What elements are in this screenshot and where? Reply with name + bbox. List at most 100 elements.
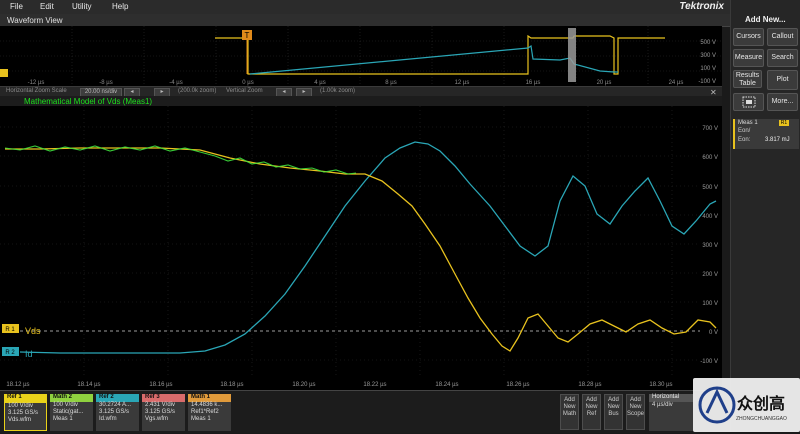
button-line: Add [630,397,641,403]
search-button[interactable]: Search [767,49,798,67]
menu-bar: File Edit Utility Help Tektronix [0,0,730,14]
add-new-bus-button[interactable]: Add New Bus [604,394,623,430]
settings-bar: Ref 1 100 V/div 3.125 GS/s Vds.wfm Math … [0,390,730,433]
plot-button[interactable]: Plot [767,70,798,90]
button-line: Scope [627,411,645,417]
meas-source-badge: R1 [779,120,789,126]
ref2-badge[interactable]: Ref 2 30.2724 A... 3.125 GS/s Id.wfm [96,394,139,431]
callout-button[interactable]: Callout [767,28,798,46]
plot-xtick: 18.14 µs [77,382,100,388]
ref2-marker-label: R 2 [5,350,15,356]
meas-value: 3.817 mJ [765,137,790,143]
badge-line: 100 V/div [53,402,79,408]
meas-name-line: Eon/ [738,128,751,134]
zoom-position-marker [568,28,576,82]
watermark-logo: 众创高 ZHONGCHUANGGAO [693,378,800,432]
plot-ytick: 100 V [702,301,718,307]
button-line: New [629,404,642,410]
plot-xtick: 18.16 µs [149,382,172,388]
overview-ref-marker [0,69,8,77]
math1-badge[interactable]: Math 1 14.4836 k... Ref1*Ref2 Meas 1 [188,394,231,431]
button-line: New [563,404,576,410]
plot-ytick: 700 V [702,126,718,132]
meas1-badge[interactable]: Meas 1 R1 Eon/ Eon: 3.817 mJ [733,119,799,149]
plot-xtick: 18.28 µs [578,382,601,388]
horizontal-badge[interactable]: Horizontal 4 µs/div [649,394,693,431]
hzoom-note: (200.0k zoom) [178,88,217,94]
overview-ytick: -100 V [698,79,716,85]
meas-title: Meas 1 [738,120,758,126]
measure-button[interactable]: Measure [733,49,764,67]
add-new-math-button[interactable]: Add New Math [560,394,579,430]
menu-utility[interactable]: Utility [72,2,92,11]
badge-line: 2.431 V/div [145,402,176,408]
id-trace [19,141,717,354]
add-new-ref-button[interactable]: Add New Ref [582,394,601,430]
badge-line: 3.125 GS/s [8,410,39,416]
menu-edit[interactable]: Edit [40,2,54,11]
plot-xtick: 18.30 µs [649,382,672,388]
menu-file[interactable]: File [10,2,23,11]
overview-waveform[interactable]: T 500 V 300 V 100 V -100 V -12 µs -8 µs … [0,26,722,86]
meas-name-line: Eon: [738,137,751,143]
plot-ytick: -100 V [700,359,718,365]
plot-xtick: 18.12 µs [6,382,29,388]
brand-logo: Tektronix [679,1,724,12]
button-line: Table [739,80,756,87]
more-button[interactable]: More... [767,93,798,111]
overview-vds-trace [215,34,665,75]
main-waveform-plot[interactable]: R 1 Vds R 2 Id 700 V 600 V 500 V 400 V 3… [0,106,734,376]
waveform-view-title: Waveform View [7,16,63,25]
ref3-badge[interactable]: Ref 3 2.431 V/div 3.125 GS/s Vgs.wfm [142,394,185,431]
plot-ytick: 0 V [709,330,718,336]
overview-ytick: 500 V [700,40,716,46]
ref1-trace-label: Vds [25,326,41,336]
badge-line: 4 µs/div [652,402,673,408]
badge-title: Math 2 [50,394,93,402]
plot-xtick: 18.22 µs [363,382,386,388]
watermark-text: 众创高 [737,394,785,413]
button-line: Results [735,72,760,79]
badge-line: Vds.wfm [8,417,32,423]
plot-xtick: 18.20 µs [292,382,315,388]
vzoom-note: (1.00k zoom) [320,88,356,94]
badge-title: Ref 3 [142,394,185,402]
add-new-title: Add New... [745,15,786,24]
right-control-panel: Add New... Cursors Callout Measure Searc… [730,0,800,432]
badge-line: Vgs.wfm [145,416,169,422]
add-new-scope-button[interactable]: Add New Scope [626,394,645,430]
overview-id-trace [249,44,618,75]
button-line: Add [608,397,619,403]
button-line: Add [564,397,575,403]
ref1-badge[interactable]: Ref 1 100 V/div 3.125 GS/s Vds.wfm [4,394,47,431]
button-line: New [585,404,598,410]
overview-ytick: 300 V [700,53,716,59]
plot-ytick: 300 V [702,243,718,249]
badge-line: Meas 1 [53,416,73,422]
badge-line: 30.2724 A... [99,402,132,408]
trigger-marker-label: T [245,31,250,40]
ref1-marker-label: R 1 [5,327,15,333]
screen-capture-button[interactable] [733,93,764,111]
badge-line: 3.125 GS/s [99,409,130,415]
zoom-panel-title: Mathematical Model of Vds (Meas1) [24,97,153,106]
vds-trace [5,147,717,352]
badge-line: 3.125 GS/s [145,409,176,415]
plot-ytick: 400 V [702,214,718,220]
badge-line: Id.wfm [99,416,117,422]
overview-ytick: 100 V [700,66,716,72]
cursors-button[interactable]: Cursors [733,28,764,46]
watermark-subtext: ZHONGCHUANGGAO [736,416,787,422]
plot-x-axis: 18.12 µs 18.14 µs 18.16 µs 18.18 µs 18.2… [0,376,722,390]
plot-ytick: 500 V [702,185,718,191]
plot-ytick: 200 V [702,272,718,278]
grid-icon [742,96,755,108]
results-table-button[interactable]: Results Table [733,70,762,88]
badge-title: Ref 2 [96,394,139,402]
badge-line: 100 V/div [8,403,34,409]
badge-title: Horizontal [649,394,693,402]
badge-title: Math 1 [188,394,231,402]
menu-help[interactable]: Help [112,2,128,11]
plot-ytick: 600 V [702,155,718,161]
math2-badge[interactable]: Math 2 100 V/div Static(gat... Meas 1 [50,394,93,431]
